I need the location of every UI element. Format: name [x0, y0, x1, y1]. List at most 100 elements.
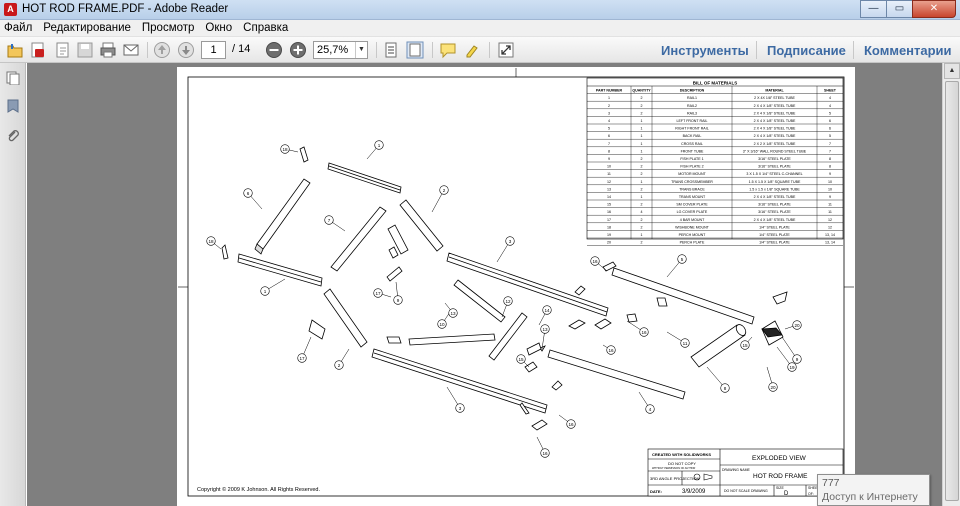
scroll-thumb[interactable] [945, 81, 959, 501]
bom-cell: MOTOR MOUNT [678, 172, 706, 176]
bookmarks-icon[interactable] [6, 99, 20, 113]
small-part [388, 246, 399, 259]
bom-cell: 2 [641, 157, 643, 161]
bom-cell: 2 X 4 X 1/8" STEEL TUBE [754, 195, 796, 199]
bom-cell: 1 [641, 195, 643, 199]
rail-edge [448, 256, 608, 313]
menu-window[interactable]: Окно [205, 22, 232, 34]
bom-cell: 15 [607, 203, 611, 207]
fit-width-icon[interactable] [406, 41, 424, 59]
zoom-in-icon[interactable] [289, 41, 307, 59]
scroll-up-button[interactable]: ▲ [944, 63, 960, 79]
menu-file[interactable]: Файл [4, 22, 32, 34]
chevron-down-icon[interactable]: ▼ [355, 42, 367, 58]
comment-icon[interactable] [439, 41, 457, 59]
created-with-label: CREATED WITH SOLIDWORKS [652, 452, 711, 457]
link-separator [853, 41, 854, 59]
balloon-label: 7 [328, 218, 331, 223]
page-thumbnails-icon[interactable] [6, 71, 20, 85]
bom-cell: RIGHT FRONT RAIL [675, 127, 708, 131]
rail-2-right [399, 199, 444, 252]
zoom-value: 25,7% [317, 44, 349, 56]
read-mode-icon[interactable] [497, 41, 515, 59]
bom-cell: 1 [641, 134, 643, 138]
bill-of-materials-table: BILL OF MATERIALS PART NUMBER QUANTITY DES… [586, 77, 844, 246]
open-file-icon[interactable] [6, 41, 24, 59]
bom-cell: 5 [829, 111, 831, 115]
bom-cell: 11 [607, 172, 611, 176]
previous-page-icon[interactable] [153, 41, 171, 59]
document-area[interactable]: BILL OF MATERIALS PART NUMBER QUANTITY DES… [27, 63, 942, 506]
trans-brace-2 [408, 333, 496, 346]
toolbar-separator [432, 42, 433, 58]
bom-cell: SM COVER PLATE [676, 203, 708, 207]
bom-cell: 3/16" STEEL PLATE [758, 165, 791, 169]
minimize-button[interactable]: — [860, 0, 887, 18]
menu-edit[interactable]: Редактирование [43, 22, 131, 34]
print-icon[interactable] [99, 41, 117, 59]
create-pdf-icon[interactable] [29, 41, 47, 59]
attachments-icon[interactable] [6, 129, 20, 143]
page-number-input[interactable]: 1 [201, 41, 226, 59]
bom-cell: FRONT TUBE [681, 149, 704, 153]
date-label: DATE: [650, 489, 662, 494]
sign-link[interactable]: Подписание [767, 43, 846, 58]
bom-cell: 11 [828, 203, 832, 207]
bom-cell: 2 [641, 104, 643, 108]
bom-cell: 4 [829, 96, 831, 100]
small-part-2 [574, 285, 586, 296]
menu-view[interactable]: Просмотр [142, 22, 195, 34]
tools-link[interactable]: Инструменты [661, 43, 749, 58]
bom-cell: 2 [608, 104, 610, 108]
bom-cell: TRANS BRACE [679, 187, 705, 191]
comments-link[interactable]: Комментарии [864, 43, 952, 58]
bom-cell: 2 X 4 X 1/8" STEEL TUBE [754, 134, 796, 138]
bom-cell: 1.5 x 1.5 x 1/8" SQUARE TUBE [749, 187, 800, 191]
window-title: HOT ROD FRAME.PDF - Adobe Reader [22, 3, 229, 15]
do-not-scale-label: DO NOT SCALE DRAWING [724, 489, 768, 493]
next-page-icon[interactable] [177, 41, 195, 59]
zoom-level-select[interactable]: 25,7% ▼ [313, 41, 368, 59]
highlight-icon[interactable] [463, 41, 481, 59]
vertical-scrollbar[interactable]: ▲ [942, 63, 960, 506]
bom-cell: 2 [641, 187, 643, 191]
balloon-label: 3 [509, 239, 512, 244]
bom-cell: 1.5 X 1.5 X 1/8" SQUARE TUBE [749, 180, 801, 184]
bom-title: BILL OF MATERIALS [693, 81, 738, 86]
pdf-page[interactable]: BILL OF MATERIALS PART NUMBER QUANTITY DES… [177, 67, 855, 506]
bom-cell: 3" X 3/16" WALL ROUND STEEL TUBE [743, 149, 807, 153]
edit-pdf-icon[interactable] [54, 41, 72, 59]
zoom-out-icon[interactable] [265, 41, 283, 59]
fit-page-icon[interactable] [382, 41, 400, 59]
bom-header-cell: QUANTITY [632, 89, 651, 93]
view-name: EXPLODED VIEW [752, 455, 807, 462]
save-icon[interactable] [76, 41, 94, 59]
bom-cell: 2 X 2 X 1/8" STEEL TUBE [754, 142, 796, 146]
link-separator [756, 41, 757, 59]
maximize-button[interactable]: ▭ [886, 0, 913, 18]
bom-cell: 4 [641, 210, 643, 214]
adobe-reader-icon: A [4, 3, 17, 16]
rail-edge [238, 257, 322, 283]
balloon-label: 19 [789, 365, 795, 370]
balloon-label: 16 [641, 330, 647, 335]
menu-bar: Файл Редактирование Просмотр Окно Справк… [0, 20, 960, 37]
close-button[interactable]: ✕ [912, 0, 956, 18]
balloon-label: 8 [724, 386, 727, 391]
balloon-label: 1 [264, 289, 267, 294]
date-value: 3/9/2009 [682, 489, 706, 495]
bom-cell: 2 [641, 203, 643, 207]
bom-cell: 1/4" STEEL PLATE [759, 241, 790, 245]
bom-cell: 2 [641, 241, 643, 245]
perch-plate-20 [772, 291, 788, 305]
bom-cell: 1 [641, 142, 643, 146]
bom-cell: 3/16" STEEL PLATE [758, 203, 791, 207]
email-icon[interactable] [122, 41, 140, 59]
small-part-6 [526, 342, 542, 356]
bom-cell: 11 [828, 210, 832, 214]
bom-cell: 19 [607, 233, 611, 237]
menu-help[interactable]: Справка [243, 22, 288, 34]
bom-cell: 2 [641, 96, 643, 100]
bom-cell: WISHBONE MOUNT [675, 225, 710, 229]
bom-cell: 9 [608, 157, 610, 161]
